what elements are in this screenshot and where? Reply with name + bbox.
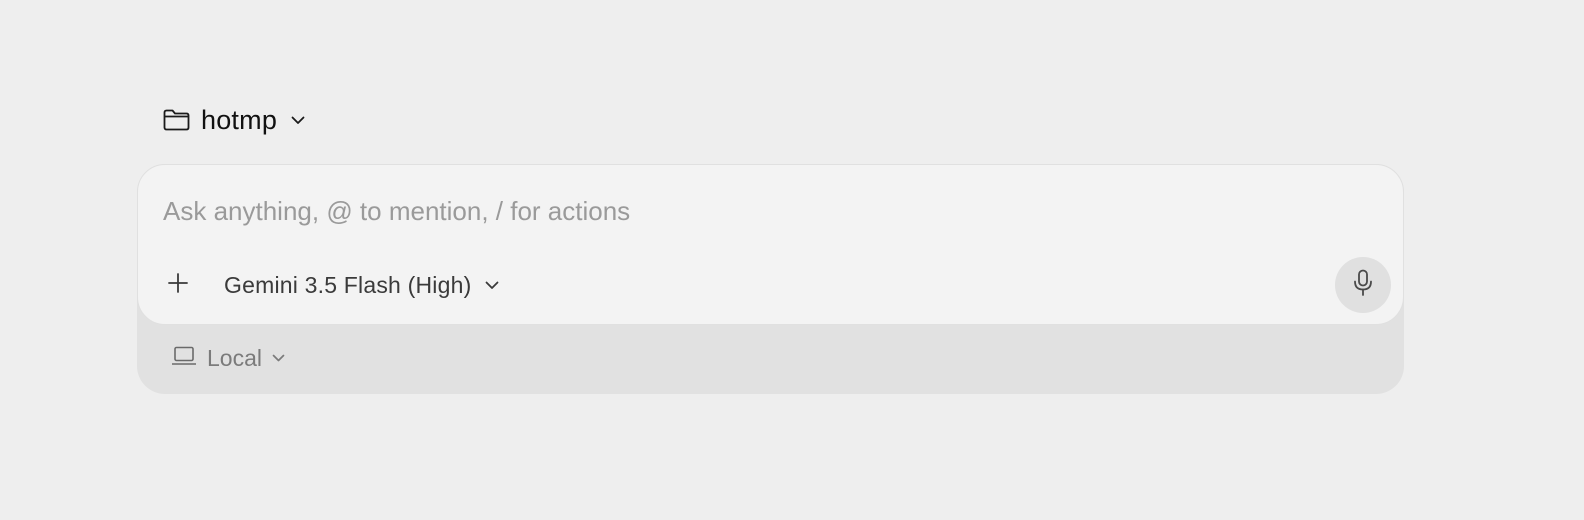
- chevron-down-icon: [272, 354, 285, 362]
- folder-icon: [163, 108, 191, 132]
- composer-container: Gemini 3.5 Flash (High): [137, 164, 1404, 394]
- environment-label: Local: [207, 344, 262, 371]
- laptop-icon: [171, 346, 197, 371]
- plus-icon: [167, 272, 189, 299]
- add-attachment-button[interactable]: [160, 267, 196, 303]
- model-selector[interactable]: Gemini 3.5 Flash (High): [224, 267, 499, 303]
- microphone-button[interactable]: [1335, 257, 1391, 313]
- workspace-selector[interactable]: hotmp: [163, 100, 305, 140]
- environment-selector[interactable]: Local: [171, 341, 285, 375]
- model-label: Gemini 3.5 Flash (High): [224, 271, 472, 298]
- microphone-icon: [1352, 269, 1374, 302]
- prompt-input[interactable]: [163, 191, 1343, 231]
- chevron-down-icon: [485, 281, 499, 290]
- chevron-down-icon: [291, 116, 305, 125]
- workspace-name: hotmp: [201, 104, 278, 135]
- composer-input-area: Gemini 3.5 Flash (High): [137, 164, 1404, 325]
